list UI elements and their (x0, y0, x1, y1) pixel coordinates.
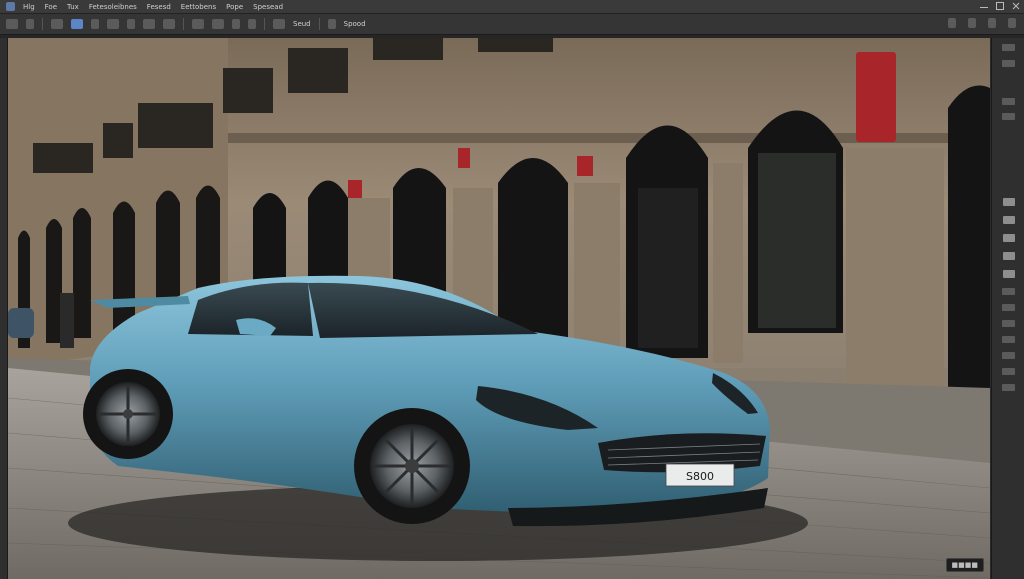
layer-thumb-2[interactable] (1003, 216, 1015, 224)
license-plate: S800 (686, 470, 714, 483)
panel-icon[interactable] (1008, 18, 1016, 28)
menu-item-7[interactable]: Pope (226, 3, 243, 11)
search-icon[interactable] (948, 18, 956, 28)
menu-item-4[interactable]: Fetesoleibnes (89, 3, 137, 11)
layer-thumb-1[interactable] (1003, 198, 1015, 206)
target-icon[interactable] (327, 19, 336, 29)
divider (318, 18, 320, 30)
menu-item-2[interactable]: Foe (45, 3, 57, 11)
layer-row-7[interactable] (1002, 384, 1015, 391)
airbrush-icon[interactable] (143, 19, 155, 29)
close-icon[interactable] (1012, 2, 1020, 10)
option-label-b[interactable]: Spood (344, 20, 366, 28)
share-icon[interactable] (988, 18, 996, 28)
symmetry-icon[interactable] (232, 19, 240, 29)
angle-icon[interactable] (248, 19, 256, 29)
menu-bar: Hlg Foe Tux Fetesoleibnes Fesesd Eettobe… (0, 0, 1024, 14)
size-icon[interactable] (91, 19, 99, 29)
document-canvas[interactable]: S800 (8, 38, 990, 579)
divider (264, 18, 265, 30)
menu-item-5[interactable]: Fesesd (147, 3, 171, 11)
flow-icon[interactable] (127, 19, 135, 29)
menu-item-3[interactable]: Tux (67, 3, 79, 11)
photo-image: S800 (8, 38, 990, 579)
layer-row-6[interactable] (1002, 368, 1015, 375)
panel-icon-1[interactable] (1002, 44, 1015, 51)
minimize-icon[interactable] (980, 2, 988, 8)
layer-thumb-3[interactable] (1003, 234, 1015, 242)
panel-icon-3[interactable] (1002, 98, 1015, 105)
home-icon[interactable] (6, 19, 18, 29)
panel-icon-2[interactable] (1002, 60, 1015, 67)
opacity-icon[interactable] (107, 19, 119, 29)
panel-icon-4[interactable] (1002, 113, 1015, 120)
brush-icon[interactable] (51, 19, 63, 29)
window-controls (980, 2, 1020, 10)
settings-icon[interactable] (212, 19, 224, 29)
layer-row-5[interactable] (1002, 352, 1015, 359)
layer-row-2[interactable] (1002, 304, 1015, 311)
menu-item-6[interactable]: Eettobens (181, 3, 216, 11)
layer-row-3[interactable] (1002, 320, 1015, 327)
pressure-icon[interactable] (163, 19, 175, 29)
options-right-group (944, 18, 1020, 28)
right-panel (991, 38, 1024, 579)
divider (183, 18, 184, 30)
tool-preset-icon[interactable] (26, 19, 34, 29)
menu-item-1[interactable]: Hlg (23, 3, 35, 11)
option-label-a[interactable]: Seud (293, 20, 311, 28)
divider (42, 18, 43, 30)
layer-row-4[interactable] (1002, 336, 1015, 343)
menu-item-8[interactable]: Spesead (253, 3, 283, 11)
layer-thumb-4[interactable] (1003, 252, 1015, 260)
mode-icon[interactable] (71, 19, 83, 29)
tools-panel[interactable] (0, 38, 8, 579)
zoom-icon[interactable] (273, 19, 285, 29)
maximize-icon[interactable] (996, 2, 1004, 10)
status-readout: ■■■■ (945, 558, 984, 572)
photo-editor-icon[interactable] (6, 2, 15, 11)
hanging-sign (856, 52, 896, 142)
options-bar: Seud Spood (0, 14, 1024, 35)
layer-thumb-5[interactable] (1003, 270, 1015, 278)
layer-row-1[interactable] (1002, 288, 1015, 295)
smoothing-icon[interactable] (192, 19, 204, 29)
workspace-icon[interactable] (968, 18, 976, 28)
